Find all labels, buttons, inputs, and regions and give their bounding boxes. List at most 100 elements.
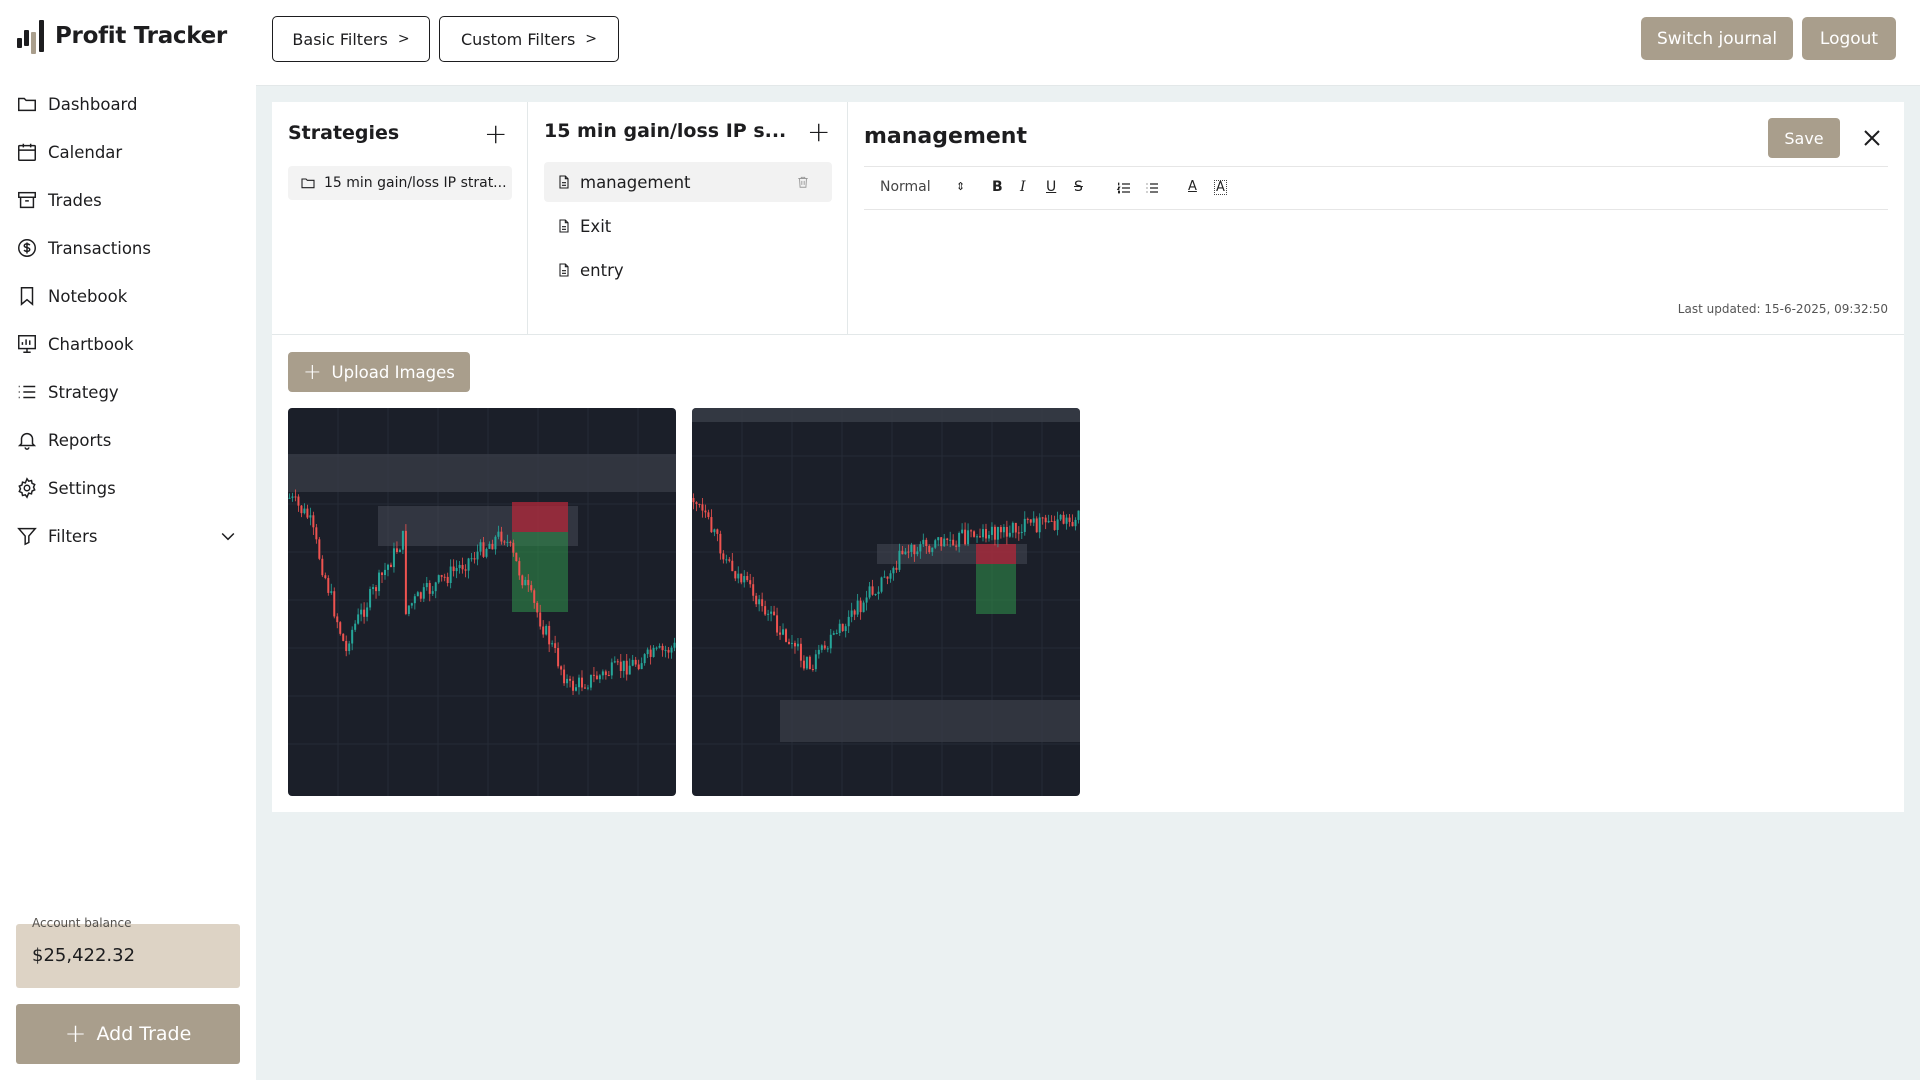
- note-item-exit[interactable]: Exit: [544, 206, 832, 246]
- add-trade-button[interactable]: + Add Trade: [16, 1004, 240, 1064]
- candle-body: [360, 609, 363, 615]
- candle-body: [808, 656, 811, 670]
- ordered-list-icon[interactable]: [1116, 180, 1132, 196]
- sidebar-item-settings[interactable]: Settings: [16, 464, 242, 512]
- custom-filters-button[interactable]: Custom Filters >: [439, 16, 619, 62]
- candle-body: [354, 623, 357, 630]
- notes-title: 15 min gain/loss IP s...: [544, 120, 787, 142]
- add-note-button[interactable]: +: [807, 118, 830, 146]
- candle-body: [303, 508, 306, 514]
- sidebar-item-trades[interactable]: Trades: [16, 176, 242, 224]
- candle-body: [874, 593, 877, 595]
- bullet-list-icon[interactable]: [1144, 180, 1160, 196]
- note-item-management[interactable]: management: [544, 162, 832, 202]
- candle-body: [832, 633, 835, 635]
- candle-body: [309, 515, 312, 518]
- sidebar-item-dashboard[interactable]: Dashboard: [16, 80, 242, 128]
- candle-body: [895, 567, 898, 570]
- candle-body: [713, 529, 716, 533]
- candle-body: [835, 632, 838, 634]
- candle-body: [984, 529, 987, 539]
- bell-icon: [17, 432, 37, 450]
- candle-body: [464, 569, 467, 571]
- candle-body: [1002, 526, 1005, 533]
- underline-icon[interactable]: U: [1046, 179, 1056, 195]
- candle-body: [904, 551, 907, 555]
- add-strategy-button[interactable]: +: [484, 120, 507, 148]
- candle-body: [695, 502, 698, 504]
- candle-body: [719, 533, 722, 554]
- app-name: Profit Tracker: [55, 23, 227, 49]
- candle-body: [369, 589, 372, 608]
- text-color-icon[interactable]: A: [1188, 179, 1197, 194]
- app-logo[interactable]: Profit Tracker: [15, 14, 227, 58]
- candle-body: [449, 566, 452, 584]
- candle-body: [764, 606, 767, 615]
- candle-body: [850, 610, 853, 617]
- sidebar-item-chartbook[interactable]: Chartbook: [16, 320, 242, 368]
- sidebar-item-notebook[interactable]: Notebook: [16, 272, 242, 320]
- chevron-down-icon[interactable]: [218, 526, 238, 546]
- candle-body: [461, 564, 464, 570]
- highlight-color-icon[interactable]: A: [1214, 180, 1227, 195]
- candle-body: [937, 537, 940, 541]
- candle-body: [569, 678, 572, 681]
- trash-icon[interactable]: [796, 174, 810, 190]
- candle-body: [410, 603, 413, 606]
- candle-body: [434, 582, 437, 592]
- candle-body: [300, 505, 303, 514]
- sidebar-item-calendar[interactable]: Calendar: [16, 128, 242, 176]
- sidebar-item-strategy[interactable]: Strategy: [16, 368, 242, 416]
- gear-icon: [18, 477, 36, 499]
- candle-body: [476, 551, 479, 560]
- candle-body: [1032, 518, 1035, 523]
- candle-body: [321, 558, 324, 576]
- logout-button[interactable]: Logout: [1802, 17, 1896, 60]
- candle-body: [563, 669, 566, 684]
- editor-content-area[interactable]: [864, 214, 1888, 294]
- candle-body: [473, 558, 476, 560]
- candle-body: [826, 648, 829, 650]
- candle-body: [312, 515, 315, 528]
- candle-body: [440, 575, 443, 577]
- upload-images-button[interactable]: + Upload Images: [288, 352, 470, 392]
- chart-image-thumbnail[interactable]: [288, 408, 676, 796]
- format-select[interactable]: Normal: [880, 179, 931, 195]
- candle-body: [829, 634, 832, 649]
- candle-body: [378, 572, 381, 592]
- candle-body: [856, 600, 859, 615]
- sidebar-item-filters[interactable]: Filters: [16, 512, 242, 560]
- chart-image-thumbnail[interactable]: [692, 408, 1080, 796]
- strategy-item[interactable]: 15 min gain/loss IP strat...: [288, 166, 512, 200]
- sidebar-item-label: Filters: [48, 526, 98, 546]
- candle-body: [455, 568, 458, 572]
- bold-icon[interactable]: B: [992, 179, 1003, 195]
- candle-body: [536, 602, 539, 613]
- candle-body: [790, 642, 793, 644]
- candle-body: [598, 675, 601, 680]
- candle-body: [1044, 517, 1047, 523]
- sidebar-item-transactions[interactable]: Transactions: [16, 224, 242, 272]
- switch-journal-button[interactable]: Switch journal: [1641, 17, 1793, 60]
- sidebar-item-reports[interactable]: Reports: [16, 416, 242, 464]
- candle-body: [646, 649, 649, 655]
- candle-body: [811, 669, 814, 671]
- candle-body: [637, 664, 640, 670]
- candle-body: [363, 609, 366, 617]
- italic-icon[interactable]: I: [1020, 179, 1026, 195]
- basic-filters-button[interactable]: Basic Filters >: [272, 16, 430, 62]
- section-divider: [272, 334, 1904, 335]
- account-balance-value: $25,422.32: [32, 945, 136, 966]
- candle-body: [634, 659, 637, 665]
- candle-body: [610, 662, 613, 676]
- candle-body: [1041, 517, 1044, 519]
- candle-body: [649, 649, 652, 657]
- note-item-entry[interactable]: entry: [544, 250, 832, 290]
- close-icon[interactable]: [1860, 126, 1884, 150]
- strikethrough-icon[interactable]: S: [1074, 179, 1083, 195]
- candle-body: [470, 558, 473, 560]
- candle-body: [357, 614, 360, 624]
- save-button[interactable]: Save: [1768, 118, 1840, 158]
- candle-body: [515, 552, 518, 562]
- candle-body: [318, 539, 321, 559]
